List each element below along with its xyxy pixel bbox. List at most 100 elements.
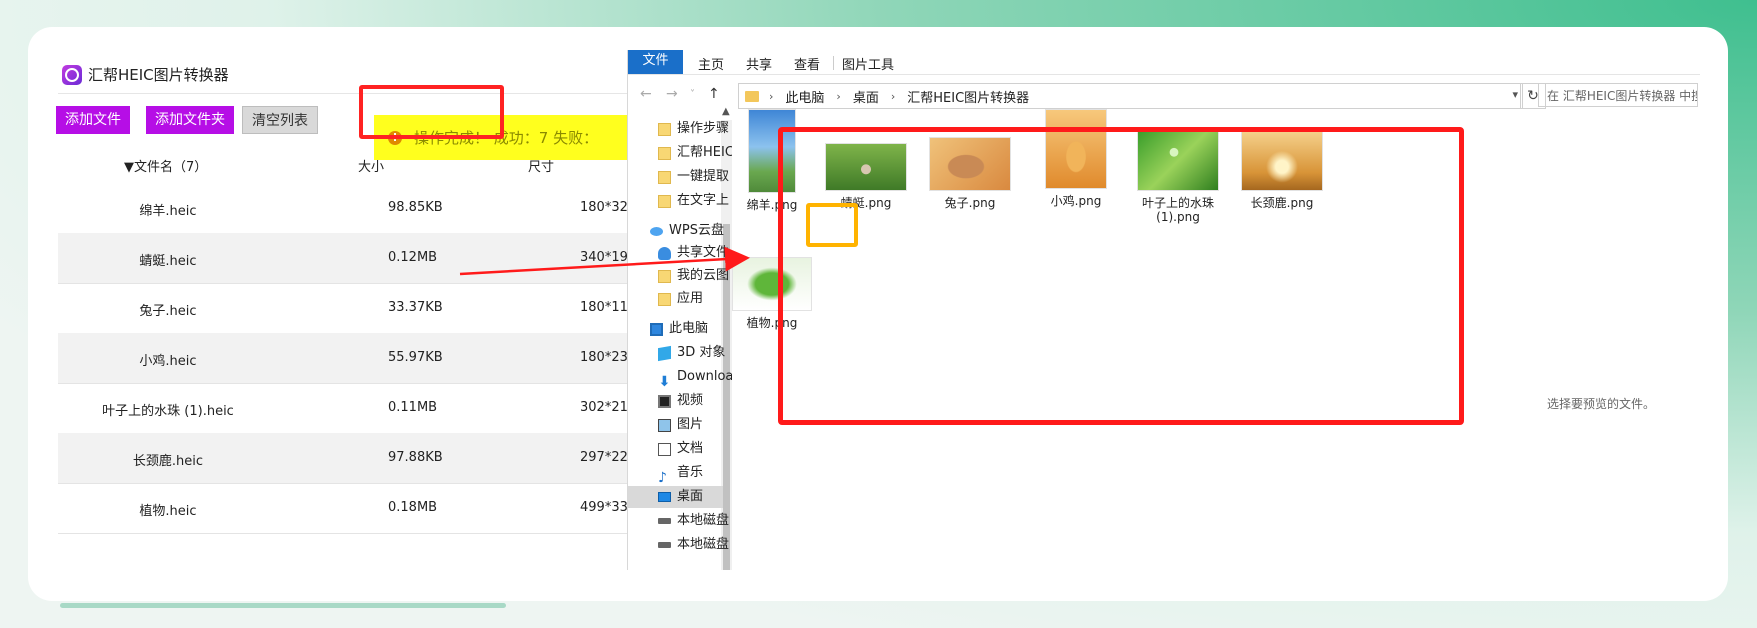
cube-icon <box>658 345 671 361</box>
cloud-icon <box>650 226 663 236</box>
nav-item[interactable]: 操作步骤 <box>658 118 729 140</box>
add-file-button[interactable]: 添加文件 <box>56 106 130 134</box>
nav-item-label: 在文字上 <box>677 193 730 208</box>
nav-item-label: 此电脑 <box>669 321 709 336</box>
ribbon-separator <box>833 56 834 70</box>
clear-list-button[interactable]: 清空列表 <box>242 106 318 134</box>
table-row[interactable]: 小鸡.heic 55.97KB 180*238 <box>58 333 636 384</box>
nav-item[interactable]: 此电脑 <box>650 318 708 340</box>
highlight-box-status <box>359 85 504 139</box>
tab-home[interactable]: 主页 <box>698 54 724 73</box>
nav-item-label: 文档 <box>677 441 704 456</box>
nav-item-label: 本地磁盘 <box>677 513 730 528</box>
nav-item[interactable]: 视频 <box>658 390 703 412</box>
breadcrumb-desktop[interactable]: 桌面 <box>853 87 879 106</box>
column-header-filename[interactable]: ▼文件名（7） <box>124 156 207 175</box>
picture-icon <box>658 418 671 432</box>
up-arrow-icon[interactable]: ↑ <box>708 86 720 102</box>
nav-item-label: 视频 <box>677 393 704 408</box>
file-name-cell: 长颈鹿.heic <box>132 454 204 469</box>
nav-item[interactable]: 本地磁盘 <box>658 534 729 556</box>
folder-icon <box>658 122 671 136</box>
chevron-right-icon[interactable]: › <box>891 90 895 103</box>
pc-icon <box>650 322 663 336</box>
preview-hint: 选择要预览的文件。 <box>1547 397 1656 411</box>
nav-item-label: 图片 <box>677 417 704 432</box>
app-title: 汇帮HEIC图片转换器 <box>88 66 229 84</box>
nav-item-label: 3D 对象 <box>677 345 726 360</box>
nav-item-label: 一键提取 <box>677 169 730 184</box>
breadcrumb-this-pc[interactable]: 此电脑 <box>785 87 824 106</box>
tab-share[interactable]: 共享 <box>746 54 772 73</box>
folder-icon <box>658 292 671 306</box>
nav-item-label: WPS云盘 <box>669 223 724 238</box>
app-title-bar: 汇帮HEIC图片转换器 <box>62 64 229 85</box>
nav-item-label: Downloa <box>677 369 732 384</box>
table-row[interactable]: 长颈鹿.heic 97.88KB 297*220 <box>58 433 636 484</box>
disk-icon <box>658 518 671 524</box>
file-name-cell: 绵羊.heic <box>139 204 197 219</box>
back-arrow-icon[interactable]: ← <box>640 86 652 102</box>
converter-app: 汇帮HEIC图片转换器 添加文件 添加文件夹 清空列表 ▼文件名（7） 大小 尺… <box>56 50 636 570</box>
nav-item[interactable]: ♪ 音乐 <box>658 462 704 486</box>
download-icon: ⬇ <box>658 373 671 390</box>
folder-icon <box>658 146 671 160</box>
nav-item-label: 应用 <box>677 291 704 306</box>
nav-item-label: 桌面 <box>677 489 704 504</box>
forward-arrow-icon[interactable]: → <box>666 86 678 102</box>
table-row[interactable]: 蜻蜓.heic 0.12MB 340*191 <box>58 233 636 284</box>
video-icon <box>658 394 671 408</box>
file-name-cell: 小鸡.heic <box>139 354 197 369</box>
nav-item[interactable]: 3D 对象 <box>658 342 725 364</box>
highlight-box-extension <box>806 203 858 247</box>
chevron-down-icon[interactable]: ▾ <box>1512 88 1518 101</box>
file-name-cell: 蜻蜓.heic <box>139 254 197 269</box>
nav-item[interactable]: WPS云盘 <box>650 220 724 242</box>
tab-picture-tools[interactable]: 图片工具 <box>842 54 894 73</box>
nav-item[interactable]: 桌面 <box>628 486 723 508</box>
app-logo-icon <box>62 64 82 85</box>
table-row[interactable]: 兔子.heic 33.37KB 180*119 <box>58 283 636 334</box>
nav-item[interactable]: 共享文件 <box>658 242 729 264</box>
search-input[interactable]: 在 汇帮HEIC图片转换器 中搜 <box>1538 83 1698 107</box>
table-row[interactable]: 叶子上的水珠 (1).heic 0.11MB 302*216 <box>58 383 636 434</box>
ribbon-tabs: 文件 主页 共享 查看 图片工具 <box>628 50 1700 75</box>
music-icon: ♪ <box>658 469 667 486</box>
breadcrumb-folder[interactable]: 汇帮HEIC图片转换器 <box>907 87 1029 106</box>
highlight-box-files <box>778 127 1464 425</box>
address-row: ← → ˅ ↑ › 此电脑 › 桌面 › 汇帮HEIC图片转换器 ▾ ↻ 在 汇… <box>628 83 1700 109</box>
file-name-cell: 兔子.heic <box>139 304 197 319</box>
table-row[interactable]: 绵羊.heic 98.85KB 180*321 <box>58 183 636 234</box>
nav-item[interactable]: 应用 <box>658 288 703 310</box>
chevron-right-icon[interactable]: › <box>836 90 840 103</box>
share-icon <box>658 246 671 260</box>
address-bar[interactable]: › 此电脑 › 桌面 › 汇帮HEIC图片转换器 ▾ <box>738 83 1523 109</box>
nav-item[interactable]: 汇帮HEIC <box>658 142 732 164</box>
title-divider <box>58 93 628 94</box>
nav-item[interactable]: 我的云图 <box>658 265 729 287</box>
folder-icon <box>745 90 759 102</box>
tab-file[interactable]: 文件 <box>628 50 683 74</box>
tab-view[interactable]: 查看 <box>794 54 820 73</box>
nav-item[interactable]: 在文字上 <box>658 190 729 212</box>
progress-bar <box>60 603 506 608</box>
add-folder-button[interactable]: 添加文件夹 <box>146 106 234 134</box>
recent-locations-icon[interactable]: ˅ <box>690 89 695 100</box>
chevron-right-icon[interactable]: › <box>769 90 773 103</box>
nav-item-label: 我的云图 <box>677 268 730 283</box>
nav-item-label: 本地磁盘 <box>677 537 730 552</box>
folder-icon <box>658 170 671 184</box>
nav-item[interactable]: ⬇ Downloa <box>658 366 732 390</box>
disk-icon <box>658 542 671 548</box>
table-row[interactable]: 植物.heic 0.18MB 499*333 <box>58 483 636 534</box>
nav-item[interactable]: 一键提取 <box>658 166 729 188</box>
file-name-cell: 叶子上的水珠 (1).heic <box>102 404 234 419</box>
navigation-pane: 操作步骤汇帮HEIC 一键提取在文字上 WPS云盘共享文件我的云图应用此电脑 3D 对… <box>628 118 732 570</box>
document-icon <box>658 442 671 456</box>
file-name-cell: 植物.heic <box>139 504 197 519</box>
nav-item-label: 音乐 <box>677 465 704 480</box>
nav-item[interactable]: 本地磁盘 <box>658 510 729 532</box>
nav-item[interactable]: 文档 <box>658 438 703 460</box>
nav-item[interactable]: 图片 <box>658 414 703 436</box>
nav-item-label: 操作步骤 <box>677 121 730 136</box>
